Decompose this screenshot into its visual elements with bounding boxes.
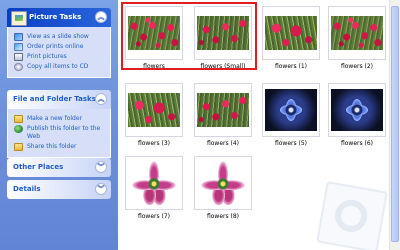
vertical-scrollbar[interactable]	[389, 0, 400, 250]
thumbnail-frame[interactable]	[262, 6, 320, 60]
other-places-title: Other Places	[13, 163, 64, 171]
thumbnail-frame[interactable]	[194, 6, 252, 60]
thumbnail-item[interactable]: flowers (1)	[260, 6, 322, 71]
expand-chevron-icon[interactable]: ︾	[95, 161, 107, 173]
task-label[interactable]: Share this folder	[27, 143, 77, 151]
thumbnail-frame[interactable]	[125, 83, 183, 137]
thumbnail-image[interactable]	[201, 161, 245, 205]
cd-icon	[14, 63, 23, 71]
thumbnail-item[interactable]: flowers (3)	[123, 83, 185, 148]
thumbnail-image[interactable]	[265, 89, 317, 131]
picture-tasks-icon	[11, 11, 27, 26]
thumbnail-caption[interactable]: flowers (5)	[260, 140, 322, 148]
thumbnail-caption[interactable]: flowers (6)	[326, 140, 388, 148]
task-share-folder[interactable]: Share this folder	[14, 143, 107, 151]
thumbnail-caption[interactable]: flowers (4)	[192, 140, 254, 148]
thumbnail-item[interactable]: flowers (6)	[326, 83, 388, 148]
thumbnail-image[interactable]	[265, 16, 317, 50]
file-folder-tasks-panel: File and Folder Tasks ︽ Make a new folde…	[7, 90, 111, 158]
details-header[interactable]: Details ︾	[7, 180, 111, 199]
thumbnail-image[interactable]	[197, 16, 249, 50]
other-places-header[interactable]: Other Places ︾	[7, 158, 111, 177]
picture-tasks-list: View as a slide show Order prints online…	[7, 27, 111, 78]
thumbnail-image[interactable]	[128, 93, 180, 127]
publish-web-icon	[14, 125, 23, 133]
thumbnail-frame[interactable]	[194, 156, 252, 210]
thumbnail-frame[interactable]	[262, 83, 320, 137]
thumbnail-item[interactable]: flowers	[123, 6, 185, 71]
thumbnail-frame[interactable]	[194, 83, 252, 137]
task-print-pictures[interactable]: Print pictures	[14, 53, 107, 61]
details-panel: Details ︾	[7, 180, 111, 199]
thumbnail-image[interactable]	[331, 89, 383, 131]
thumbnail-caption[interactable]: flowers (1)	[260, 63, 322, 71]
picture-tasks-header[interactable]: Picture Tasks ︽	[7, 8, 111, 27]
file-folder-tasks-list: Make a new folder Publish this folder to…	[7, 109, 111, 158]
other-places-panel: Other Places ︾	[7, 158, 111, 177]
collapse-chevron-icon[interactable]: ︽	[95, 93, 107, 105]
thumbnail-frame[interactable]	[125, 6, 183, 60]
details-title: Details	[13, 185, 41, 193]
printer-icon	[14, 53, 23, 61]
thumbnail-caption[interactable]: flowers (7)	[123, 213, 185, 221]
thumbnail-frame[interactable]	[328, 6, 386, 60]
new-folder-icon	[14, 115, 23, 123]
expand-chevron-icon[interactable]: ︾	[95, 183, 107, 195]
order-prints-icon	[14, 43, 23, 51]
picture-tasks-title: Picture Tasks	[29, 13, 82, 21]
task-copy-to-cd[interactable]: Copy all items to CD	[14, 63, 107, 71]
share-folder-icon	[14, 143, 23, 151]
thumbnail-caption[interactable]: flowers (Small)	[192, 63, 254, 71]
slideshow-icon	[14, 33, 23, 41]
scrollbar-thumb[interactable]	[391, 6, 399, 242]
task-label[interactable]: Make a new folder	[27, 115, 82, 123]
file-folder-tasks-title: File and Folder Tasks	[13, 95, 96, 103]
thumbnail-view[interactable]: flowers flowers (Small) flowers (1) flow…	[118, 0, 389, 250]
collapse-chevron-icon[interactable]: ︽	[95, 11, 107, 23]
folder-watermark-icon	[316, 181, 388, 250]
thumbnail-item[interactable]: flowers (Small)	[192, 6, 254, 71]
task-label[interactable]: Publish this folder to the Web	[27, 125, 107, 141]
task-label[interactable]: Copy all items to CD	[27, 63, 88, 71]
task-publish-web[interactable]: Publish this folder to the Web	[14, 125, 107, 141]
file-folder-tasks-header[interactable]: File and Folder Tasks ︽	[7, 90, 111, 109]
thumbnail-caption[interactable]: flowers (2)	[326, 63, 388, 71]
task-label[interactable]: Order prints online	[27, 43, 83, 51]
thumbnail-caption[interactable]: flowers (8)	[192, 213, 254, 221]
thumbnail-caption[interactable]: flowers	[123, 63, 185, 71]
thumbnail-item[interactable]: flowers (7)	[123, 156, 185, 221]
task-slideshow[interactable]: View as a slide show	[14, 33, 107, 41]
thumbnail-item[interactable]: flowers (5)	[260, 83, 322, 148]
thumbnail-caption[interactable]: flowers (3)	[123, 140, 185, 148]
task-label[interactable]: Print pictures	[27, 53, 67, 61]
thumbnail-image[interactable]	[132, 161, 176, 205]
thumbnail-image[interactable]	[197, 93, 249, 127]
thumbnail-frame[interactable]	[328, 83, 386, 137]
picture-tasks-panel: Picture Tasks ︽ View as a slide show Ord…	[7, 8, 111, 78]
thumbnail-frame[interactable]	[125, 156, 183, 210]
task-label[interactable]: View as a slide show	[27, 33, 89, 41]
thumbnail-item[interactable]: flowers (4)	[192, 83, 254, 148]
task-order-prints[interactable]: Order prints online	[14, 43, 107, 51]
thumbnail-image[interactable]	[331, 16, 383, 50]
task-pane: Picture Tasks ︽ View as a slide show Ord…	[0, 0, 118, 250]
task-new-folder[interactable]: Make a new folder	[14, 115, 107, 123]
thumbnail-item[interactable]: flowers (2)	[326, 6, 388, 71]
thumbnail-image[interactable]	[128, 16, 180, 50]
thumbnail-item[interactable]: flowers (8)	[192, 156, 254, 221]
